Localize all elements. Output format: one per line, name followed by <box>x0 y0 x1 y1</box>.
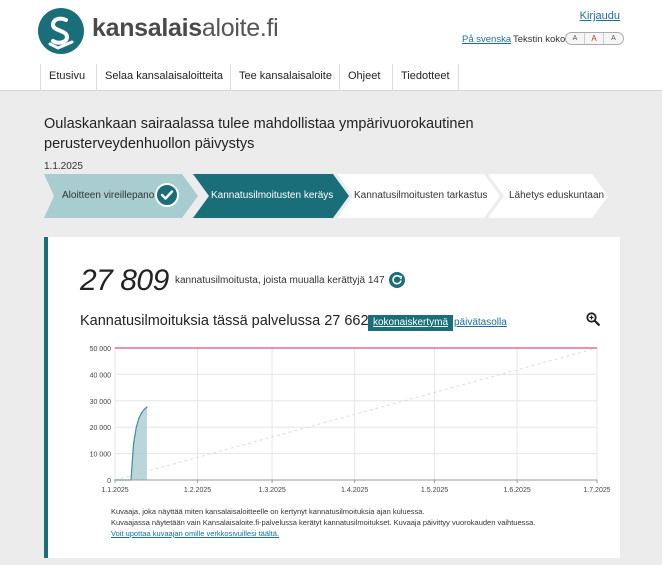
nav-item-news[interactable]: Tiedotteet <box>392 64 459 91</box>
language-switch-link[interactable]: På svenska <box>462 34 511 45</box>
y-tick-label: 0 <box>107 478 111 485</box>
nav-item-browse[interactable]: Selaa kansalaisaloitteita <box>96 64 231 91</box>
x-tick-label: 1.1.2025 <box>101 487 128 494</box>
support-chart: 0 10 000 20 000 30 000 40 000 50 000 1.1.2025 1… <box>90 346 610 494</box>
progress-steps: Aloitteen vireillepano Kannatusilmoitust… <box>44 174 608 218</box>
step-label-send: Lähetys eduskuntaan <box>509 190 605 201</box>
support-description: kannatusilmoitusta, joista muualla kerät… <box>175 275 385 286</box>
step-label-review: Kannatusilmoitusten tarkastus <box>354 190 488 201</box>
y-tick-label: 10 000 <box>90 452 112 459</box>
projection-line <box>114 347 598 481</box>
chart-caption: Kuvaaja, joka näyttää miten kansalaisalo… <box>111 506 535 528</box>
main-nav: Etusivu Selaa kansalaisaloitteita Tee ka… <box>0 64 662 91</box>
text-size-small-button[interactable]: A <box>566 33 585 44</box>
x-tick-label: 1.7.2025 <box>583 487 610 494</box>
data-point <box>133 442 135 444</box>
login-link[interactable]: Kirjaudu <box>580 10 620 22</box>
daily-view-link[interactable]: päivätasolla <box>454 317 507 328</box>
initiative-date: 1.1.2025 <box>44 161 83 172</box>
y-tick-label: 30 000 <box>90 399 112 406</box>
chart-title: Kannatusilmoituksia tässä palvelussa 27 … <box>80 313 369 329</box>
step-label-filing: Aloitteen vireillepano <box>62 190 155 201</box>
x-tick-label: 1.6.2025 <box>503 487 530 494</box>
site-header: kansalaisaloite.fi Kirjaudu På svenska T… <box>0 0 662 64</box>
refresh-icon[interactable] <box>389 272 405 288</box>
x-tick-label: 1.3.2025 <box>258 487 285 494</box>
text-size-large-button[interactable]: A <box>604 33 623 44</box>
logo-prefix: kansalais <box>92 14 202 42</box>
data-point <box>138 417 140 419</box>
text-size-label: Tekstin koko: <box>513 34 568 45</box>
x-tick-label: 1.2.2025 <box>184 487 211 494</box>
step-label-collection: Kannatusilmoitusten keräys <box>211 190 334 201</box>
logo-suffix: aloite.fi <box>201 14 279 42</box>
y-tick-label: 40 000 <box>90 372 112 379</box>
nav-item-guides[interactable]: Ohjeet <box>339 64 388 91</box>
x-tick-label: 1.5.2025 <box>421 487 448 494</box>
support-total: 27 809 <box>80 264 169 297</box>
caption-line-1: Kuvaaja, joka näyttää miten kansalaisalo… <box>111 507 425 516</box>
x-tick-label: 1.4.2025 <box>341 487 368 494</box>
y-tick-label: 20 000 <box>90 425 112 432</box>
nav-item-home[interactable]: Etusivu <box>40 64 93 91</box>
data-point <box>141 412 143 414</box>
text-size-selector: A A A <box>565 32 624 45</box>
page-title: Oulaskankaan sairaalassa tulee mahdollis… <box>44 116 474 152</box>
y-tick-label: 50 000 <box>90 346 112 353</box>
data-point <box>146 406 148 408</box>
logo-icon[interactable] <box>38 8 84 54</box>
series-area <box>115 406 147 480</box>
zoom-in-icon[interactable] <box>586 312 600 326</box>
text-size-medium-button[interactable]: A <box>585 33 604 44</box>
nav-item-create[interactable]: Tee kansalaisaloite <box>230 64 340 91</box>
check-icon <box>155 183 179 207</box>
embed-chart-link[interactable]: Voit upottaa kuvaajan omille verkkosivui… <box>111 529 279 538</box>
logo-wordmark[interactable]: kansalaisaloite.fi <box>92 14 279 43</box>
cumulative-view-button[interactable]: kokonaiskertymä <box>368 315 454 331</box>
data-point <box>143 408 145 410</box>
data-point <box>135 426 137 428</box>
caption-line-2: Kuvaajassa näytetään vain Kansalaisaloit… <box>111 518 536 527</box>
